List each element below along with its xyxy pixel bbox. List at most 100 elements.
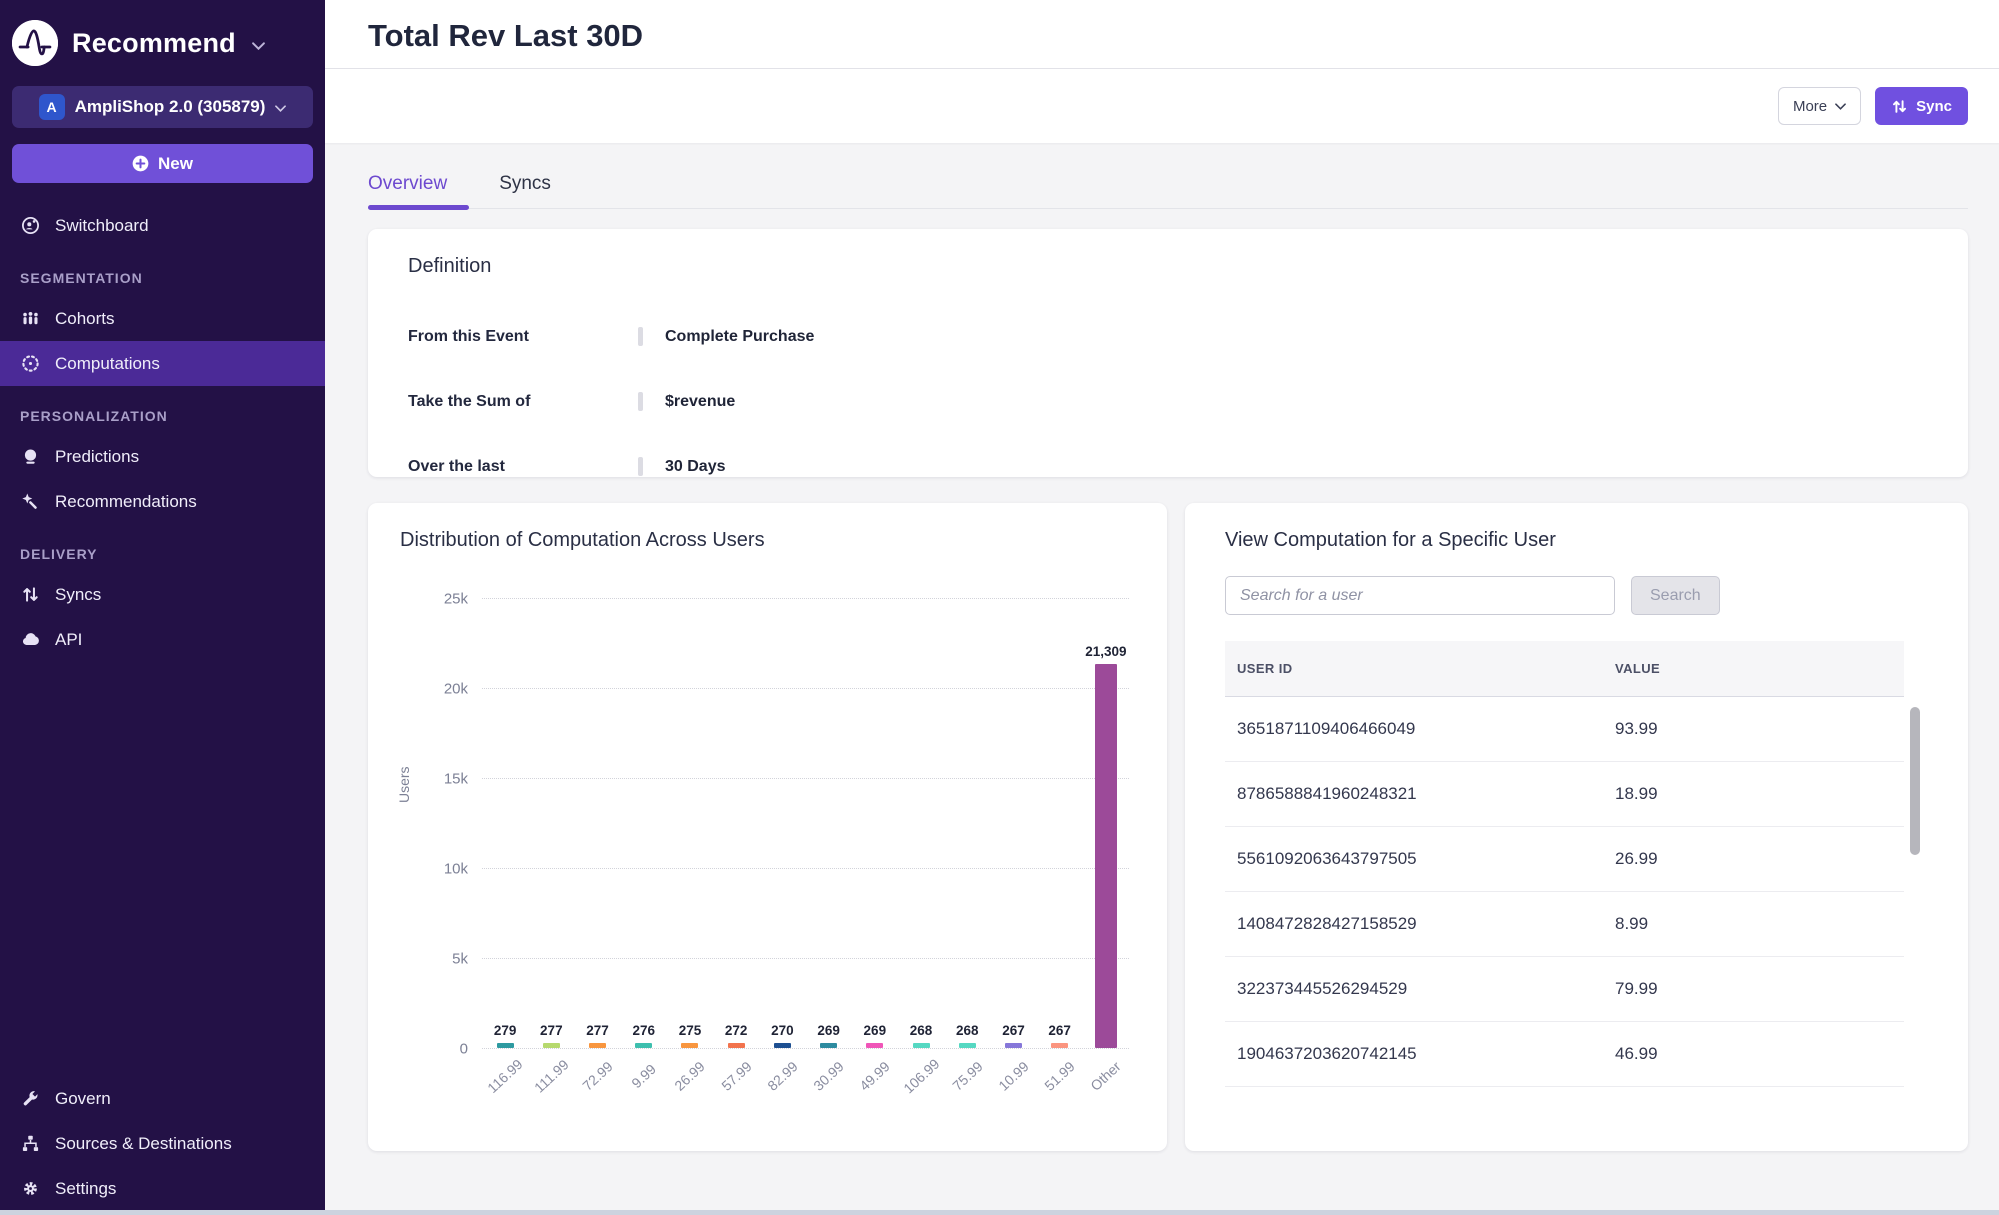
- sidebar-item-switchboard[interactable]: Switchboard: [0, 203, 325, 248]
- user-table: USER ID VALUE 365187110940646604993.9987…: [1225, 641, 1904, 1087]
- definition-row-label: Over the last: [408, 458, 638, 476]
- sync-button[interactable]: Sync: [1875, 87, 1968, 125]
- x-tick-label: 82.99: [759, 1058, 805, 1116]
- x-tick-text: 72.99: [579, 1058, 616, 1094]
- sidebar-item-settings[interactable]: Settings: [0, 1166, 325, 1211]
- chevron-down-icon: [275, 105, 286, 112]
- more-button-label: More: [1793, 98, 1827, 115]
- definition-row-label: From this Event: [408, 328, 638, 346]
- sidebar-item-cohorts[interactable]: Cohorts: [0, 296, 325, 341]
- sidebar-item-govern[interactable]: Govern: [0, 1076, 325, 1121]
- definition-separator: [638, 392, 643, 411]
- bar: [820, 1043, 837, 1048]
- bar-value-label: 270: [771, 1023, 794, 1038]
- sidebar-item-api[interactable]: API: [0, 617, 325, 662]
- tab-syncs[interactable]: Syncs: [499, 173, 573, 209]
- govern-icon: [20, 1089, 40, 1108]
- sidebar-item-label: Recommendations: [55, 492, 197, 512]
- sidebar-item-computations[interactable]: Computations: [0, 341, 325, 386]
- chart-title: Distribution of Computation Across Users: [400, 529, 1135, 552]
- search-button[interactable]: Search: [1631, 576, 1720, 615]
- sidebar-item-syncs[interactable]: Syncs: [0, 572, 325, 617]
- x-tick-text: 26.99: [672, 1058, 709, 1094]
- cards-row: Distribution of Computation Across Users…: [368, 503, 1968, 1151]
- sidebar-item-sources-destinations[interactable]: Sources & Destinations: [0, 1121, 325, 1166]
- recommendations-icon: [20, 492, 40, 511]
- switchboard-icon: [20, 216, 40, 235]
- x-tick-text: 30.99: [810, 1058, 847, 1094]
- y-tick-label: 20k: [444, 681, 468, 698]
- x-tick-text: Other: [1088, 1058, 1125, 1094]
- x-tick-text: 49.99: [857, 1058, 894, 1094]
- cell-user-id: 8786588841960248321: [1225, 784, 1615, 804]
- more-button[interactable]: More: [1778, 87, 1861, 125]
- sidebar-item-label: Cohorts: [55, 309, 115, 329]
- table-row: 556109206364379750526.99: [1225, 827, 1904, 892]
- project-selector[interactable]: A AmpliShop 2.0 (305879): [12, 86, 313, 128]
- syncs-icon: [20, 585, 40, 604]
- x-tick-text: 9.99: [628, 1061, 659, 1091]
- definition-row-label: Take the Sum of: [408, 393, 638, 411]
- titlebar: Total Rev Last 30D: [325, 0, 1999, 69]
- definition-separator: [638, 327, 643, 346]
- cell-value: 8.99: [1615, 914, 1904, 934]
- bar: [1095, 664, 1117, 1048]
- bar-cell: 276: [621, 1023, 667, 1048]
- sidebar-nav: SwitchboardSEGMENTATIONCohortsComputatio…: [0, 203, 325, 1215]
- sync-arrows-icon: [1891, 98, 1908, 115]
- definition-row-value: Complete Purchase: [665, 328, 814, 346]
- table-body: 365187110940646604993.998786588841960248…: [1225, 697, 1904, 1087]
- table-row: 878658884196024832118.99: [1225, 762, 1904, 827]
- bar-cell: 279: [482, 1023, 528, 1048]
- bar: [497, 1043, 514, 1048]
- bar-value-label: 276: [632, 1023, 655, 1038]
- sidebar-item-recommendations[interactable]: Recommendations: [0, 479, 325, 524]
- tabs: Overview Syncs: [368, 173, 1968, 209]
- bar-cell: 267: [1037, 1023, 1083, 1048]
- sources-icon: [20, 1134, 40, 1153]
- bar-value-label: 21,309: [1085, 644, 1126, 659]
- x-tick-label: 57.99: [713, 1058, 759, 1116]
- user-search-input[interactable]: [1225, 576, 1615, 615]
- bar-value-label: 279: [494, 1023, 517, 1038]
- x-tick-text: 51.99: [1041, 1058, 1078, 1094]
- table-scrollbar-thumb[interactable]: [1910, 707, 1920, 855]
- bar-cell: 272: [713, 1023, 759, 1048]
- bar: [728, 1043, 745, 1048]
- x-tick-label: 9.99: [621, 1058, 667, 1116]
- project-avatar: A: [39, 94, 65, 120]
- sidebar-nav-sections: SwitchboardSEGMENTATIONCohortsComputatio…: [0, 203, 325, 662]
- sidebar-item-label: Syncs: [55, 585, 101, 605]
- y-tick-label: 25k: [444, 591, 468, 608]
- bar: [589, 1043, 606, 1048]
- x-tick-label: 51.99: [1037, 1058, 1083, 1116]
- sidebar-item-predictions[interactable]: Predictions: [0, 434, 325, 479]
- definition-row-value: 30 Days: [665, 458, 726, 476]
- sidebar-item-label: Predictions: [55, 447, 139, 467]
- gridline: 0: [482, 1048, 1129, 1049]
- new-button[interactable]: New: [12, 144, 313, 183]
- tab-overview[interactable]: Overview: [368, 173, 469, 209]
- bar-cell: 268: [944, 1023, 990, 1048]
- bar-cell: 269: [806, 1023, 852, 1048]
- cell-user-id: 3651871109406466049: [1225, 719, 1615, 739]
- x-tick-label: 49.99: [852, 1058, 898, 1116]
- bar-cell: 268: [898, 1023, 944, 1048]
- app-root: Recommend A AmpliShop 2.0 (305879) New S…: [0, 0, 1999, 1215]
- product-switcher[interactable]: Recommend: [0, 12, 325, 80]
- bar-cell: 277: [528, 1023, 574, 1048]
- table-row: 365187110940646604993.99: [1225, 697, 1904, 762]
- x-tick-label: 72.99: [574, 1058, 620, 1116]
- x-tick-text: 10.99: [995, 1058, 1032, 1094]
- sidebar-spacer: [0, 662, 325, 1076]
- column-header-value: VALUE: [1615, 661, 1904, 676]
- bar-cell: 269: [852, 1023, 898, 1048]
- definition-row: Take the Sum of$revenue: [408, 369, 1928, 434]
- cell-value: 26.99: [1615, 849, 1904, 869]
- y-tick-label: 15k: [444, 771, 468, 788]
- bar-value-label: 275: [679, 1023, 702, 1038]
- x-tick-label: 116.99: [482, 1058, 528, 1116]
- action-bar: More Sync: [325, 69, 1999, 143]
- table-header: USER ID VALUE: [1225, 641, 1904, 697]
- x-tick-text: 57.99: [718, 1058, 755, 1094]
